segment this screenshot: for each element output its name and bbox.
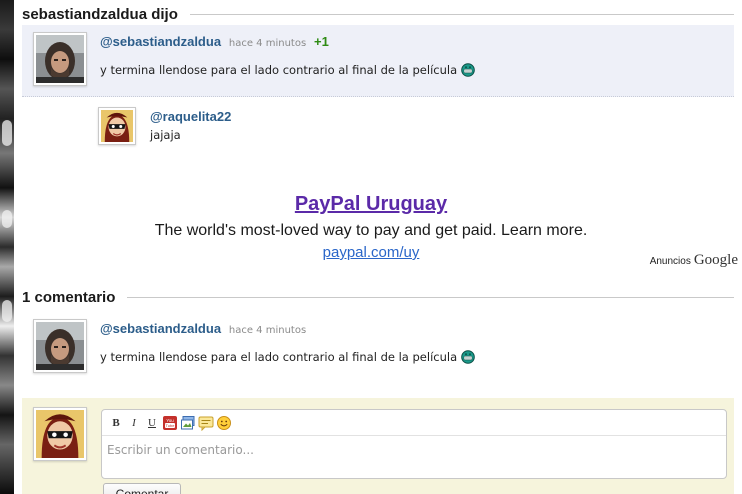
comment-composer: B I U YouTube Comentar <box>22 398 734 494</box>
smiley-icon[interactable] <box>216 415 232 431</box>
ad-description: The world's most-loved way to pay and ge… <box>154 222 588 239</box>
underline-button[interactable]: U <box>144 415 160 431</box>
post-header: sebastiandzaldua dijo <box>22 3 734 25</box>
submit-comment-button[interactable]: Comentar <box>103 483 181 494</box>
main-comment: @sebastiandzaldua hace 4 minutos +1 y te… <box>22 25 734 97</box>
ads-by-google[interactable]: Anuncios Google <box>650 252 738 269</box>
comment-editor: B I U You Tube <box>101 409 727 479</box>
ads-label: Anuncios <box>649 256 691 267</box>
comment-input[interactable] <box>102 437 726 478</box>
reply-username-link[interactable]: @raquelita22 <box>150 109 231 124</box>
ad-url-link[interactable]: paypal.com/uy <box>0 244 742 261</box>
reply-avatar[interactable] <box>98 107 136 145</box>
youtube-icon[interactable]: You Tube <box>162 415 178 431</box>
list-comment-body: y termina llendose para el lado contrari… <box>100 350 475 364</box>
main-comment-timestamp: hace 4 minutos <box>228 38 307 49</box>
list-comment: @sebastiandzaldua hace 4 minutos y termi… <box>22 311 734 391</box>
user-photo-icon <box>36 35 84 83</box>
reply-text: jajaja <box>150 128 181 142</box>
reply-meta: @raquelita22 <box>150 109 231 124</box>
main-comment-vote-count[interactable]: +1 <box>314 34 329 49</box>
grin-emoticon-icon <box>461 63 475 77</box>
image-icon[interactable] <box>180 415 196 431</box>
bold-button[interactable]: B <box>108 415 124 431</box>
main-comment-avatar[interactable] <box>33 32 87 86</box>
list-comment-meta: @sebastiandzaldua hace 4 minutos <box>100 321 306 336</box>
sponsored-ad: PayPal Uruguay The world's most-loved wa… <box>0 188 742 268</box>
main-comment-username-link[interactable]: @sebastiandzaldua <box>100 34 221 49</box>
heading-divider <box>189 13 734 15</box>
comments-count-heading: 1 comentario <box>22 288 116 306</box>
main-comment-body: y termina llendose para el lado contrari… <box>100 63 475 77</box>
comments-header: 1 comentario <box>22 286 734 308</box>
editor-toolbar: B I U You Tube <box>102 410 726 436</box>
strip-highlight <box>2 300 12 322</box>
composer-avatar <box>33 407 87 461</box>
list-comment-username-link[interactable]: @sebastiandzaldua <box>100 321 221 336</box>
main-comment-meta: @sebastiandzaldua hace 4 minutos +1 <box>100 34 329 49</box>
italic-button[interactable]: I <box>126 415 142 431</box>
svg-text:Tube: Tube <box>166 423 176 428</box>
heading-divider <box>127 296 734 298</box>
list-comment-timestamp: hace 4 minutos <box>228 325 307 336</box>
reply-comment: @raquelita22 jajaja <box>22 100 734 150</box>
reply-body: jajaja <box>150 128 181 142</box>
google-logo: Google <box>693 252 738 268</box>
list-comment-text: y termina llendose para el lado contrari… <box>100 350 458 364</box>
quote-icon[interactable] <box>198 415 214 431</box>
main-comment-text: y termina llendose para el lado contrari… <box>100 63 458 77</box>
list-comment-avatar[interactable] <box>33 319 87 373</box>
ad-title-link[interactable]: PayPal Uruguay <box>0 193 742 216</box>
masked-cartoon-avatar-icon <box>36 410 84 458</box>
post-author-heading: sebastiandzaldua dijo <box>22 5 178 23</box>
user-photo-icon <box>36 322 84 370</box>
masked-cartoon-avatar-icon <box>101 110 133 142</box>
strip-highlight <box>2 120 12 146</box>
grin-emoticon-icon <box>461 350 475 364</box>
